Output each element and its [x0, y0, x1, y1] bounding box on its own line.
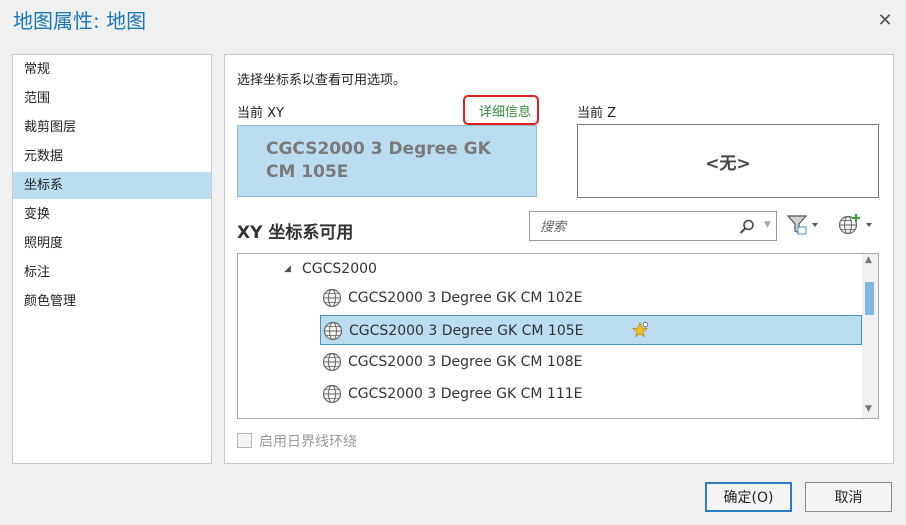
- globe-add-icon: [838, 214, 872, 235]
- sidebar-item-clip-layers[interactable]: 裁剪图层: [13, 114, 211, 141]
- globe-icon: [322, 288, 342, 308]
- coordinate-system-tree[interactable]: ◢ CGCS2000 CGCS2000 3 Degree GK CM 102E …: [237, 253, 879, 419]
- sidebar-item-illumination[interactable]: 照明度: [13, 230, 211, 257]
- add-coordinate-system-button[interactable]: [835, 211, 877, 239]
- globe-icon: [323, 321, 343, 341]
- close-icon[interactable]: ✕: [872, 8, 898, 34]
- scroll-thumb[interactable]: [865, 282, 874, 315]
- dateline-checkbox-label: 启用日界线环绕: [259, 434, 357, 450]
- dialog-title: 地图属性: 地图: [13, 9, 147, 33]
- search-input[interactable]: [538, 216, 732, 238]
- filter-icon: [786, 215, 818, 235]
- current-xy-value: CGCS2000 3 Degree GK CM 105E: [266, 139, 491, 182]
- search-box[interactable]: ▼: [529, 211, 777, 241]
- globe-icon: [322, 352, 342, 372]
- current-z-value: <无>: [705, 153, 751, 174]
- sidebar-item-coordinate-systems[interactable]: 坐标系: [13, 172, 211, 199]
- current-z-box[interactable]: <无>: [577, 124, 879, 198]
- sidebar-item-transformation[interactable]: 变换: [13, 201, 211, 228]
- sidebar-item-color-management[interactable]: 颜色管理: [13, 288, 211, 315]
- sidebar-item-metadata[interactable]: 元数据: [13, 143, 211, 170]
- tree-item-label: CGCS2000 3 Degree GK CM 102E: [348, 290, 583, 306]
- instruction-text: 选择坐标系以查看可用选项。: [237, 73, 407, 88]
- tree-item-label: CGCS2000 3 Degree GK CM 105E: [349, 323, 584, 339]
- sidebar: 常规 范围 裁剪图层 元数据 坐标系 变换 照明度 标注 颜色管理: [12, 54, 212, 464]
- expand-arrow-icon[interactable]: ◢: [284, 254, 291, 284]
- current-xy-label: 当前 XY: [237, 106, 284, 121]
- tree-scrollbar[interactable]: ▲ ▼: [862, 254, 878, 418]
- sidebar-item-extent[interactable]: 范围: [13, 85, 211, 112]
- available-xy-title: XY 坐标系可用: [237, 223, 354, 243]
- search-icon[interactable]: [738, 218, 756, 236]
- tree-item[interactable]: CGCS2000 3 Degree GK CM 102E: [320, 283, 862, 313]
- sidebar-item-labels[interactable]: 标注: [13, 259, 211, 286]
- tree-group-label: CGCS2000: [302, 261, 377, 277]
- filter-button[interactable]: [785, 211, 823, 239]
- scroll-down-icon[interactable]: ▼: [865, 404, 872, 414]
- current-xy-box[interactable]: CGCS2000 3 Degree GK CM 105E: [237, 125, 537, 197]
- cancel-button[interactable]: 取消: [805, 482, 892, 512]
- tree-item[interactable]: CGCS2000 3 Degree GK CM 111E: [320, 379, 862, 409]
- details-highlight-box: [463, 95, 539, 125]
- ok-button[interactable]: 确定(O): [705, 482, 792, 512]
- chevron-down-icon[interactable]: ▼: [764, 220, 771, 230]
- globe-icon: [322, 384, 342, 404]
- tree-item-label: CGCS2000 3 Degree GK CM 108E: [348, 354, 583, 370]
- scroll-up-icon[interactable]: ▲: [865, 255, 872, 265]
- tree-item-selected[interactable]: CGCS2000 3 Degree GK CM 105E: [320, 315, 862, 345]
- tree-item[interactable]: CGCS2000 3 Degree GK CM 108E: [320, 347, 862, 377]
- current-z-label: 当前 Z: [577, 106, 617, 121]
- sidebar-item-general[interactable]: 常规: [13, 56, 211, 83]
- coordinate-system-panel: 选择坐标系以查看可用选项。 当前 XY 详细信息 当前 Z CGCS2000 3…: [224, 54, 894, 464]
- dateline-checkbox[interactable]: [237, 433, 252, 448]
- tree-item-label: CGCS2000 3 Degree GK CM 111E: [348, 386, 583, 402]
- favorite-star-icon[interactable]: [631, 321, 649, 339]
